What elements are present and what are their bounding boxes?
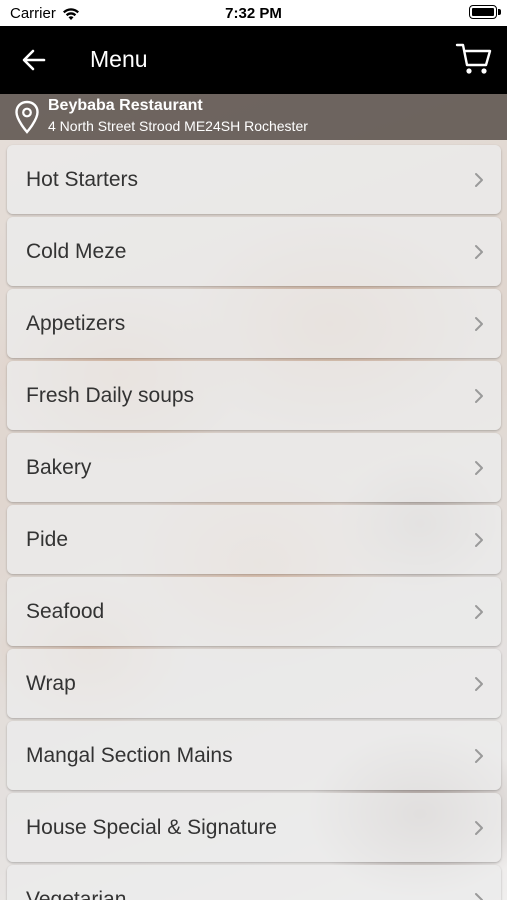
location-header: Beybaba Restaurant 4 North Street Strood… [0,94,507,140]
menu-category-label: Wrap [26,672,76,695]
nav-bar: Menu [0,26,507,94]
status-time: 7:32 PM [225,5,282,22]
menu-category-label: House Special & Signature [26,816,277,839]
menu-category-item[interactable]: Cold Meze [7,217,501,286]
menu-category-item[interactable]: Hot Starters [7,145,501,214]
menu-category-label: Mangal Section Mains [26,744,233,767]
menu-category-item[interactable]: Seafood [7,577,501,646]
menu-category-label: Pide [26,528,69,551]
chevron-right-icon [475,893,483,900]
menu-category-label: Vegetarian [26,888,127,900]
menu-category-item[interactable]: Wrap [7,649,501,718]
menu-category-item[interactable]: Pide [7,505,501,574]
map-pin-icon [15,100,39,134]
restaurant-address: 4 North Street Strood ME24SH Rochester [48,118,308,134]
menu-category-list: Hot Starters Cold Meze Appetizers Fresh … [7,145,501,900]
menu-category-item[interactable]: Mangal Section Mains [7,721,501,790]
chevron-right-icon [475,749,483,763]
chevron-right-icon [475,245,483,259]
chevron-right-icon [475,677,483,691]
status-bar: Carrier 7:32 PM [0,0,507,26]
chevron-right-icon [475,389,483,403]
arrow-left-icon[interactable] [18,44,50,76]
menu-category-label: Appetizers [26,312,126,335]
menu-category-item[interactable]: Fresh Daily soups [7,361,501,430]
chevron-right-icon [475,605,483,619]
page-title: Menu [90,46,148,72]
battery-icon [469,5,501,19]
restaurant-name: Beybaba Restaurant [48,97,203,114]
chevron-right-icon [475,317,483,331]
chevron-right-icon [475,533,483,547]
menu-category-label: Seafood [26,600,105,623]
menu-content[interactable]: Beybaba Restaurant 4 North Street Strood… [0,94,507,900]
chevron-right-icon [475,173,483,187]
menu-category-label: Bakery [26,456,92,479]
cart-icon[interactable] [455,40,493,78]
menu-category-label: Fresh Daily soups [26,384,195,407]
menu-category-label: Hot Starters [26,168,139,191]
menu-category-item[interactable]: Vegetarian [7,865,501,900]
chevron-right-icon [475,461,483,475]
chevron-right-icon [475,821,483,835]
menu-category-label: Cold Meze [26,240,127,263]
menu-category-item[interactable]: Bakery [7,433,501,502]
menu-category-item[interactable]: Appetizers [7,289,501,358]
menu-category-item[interactable]: House Special & Signature [7,793,501,862]
